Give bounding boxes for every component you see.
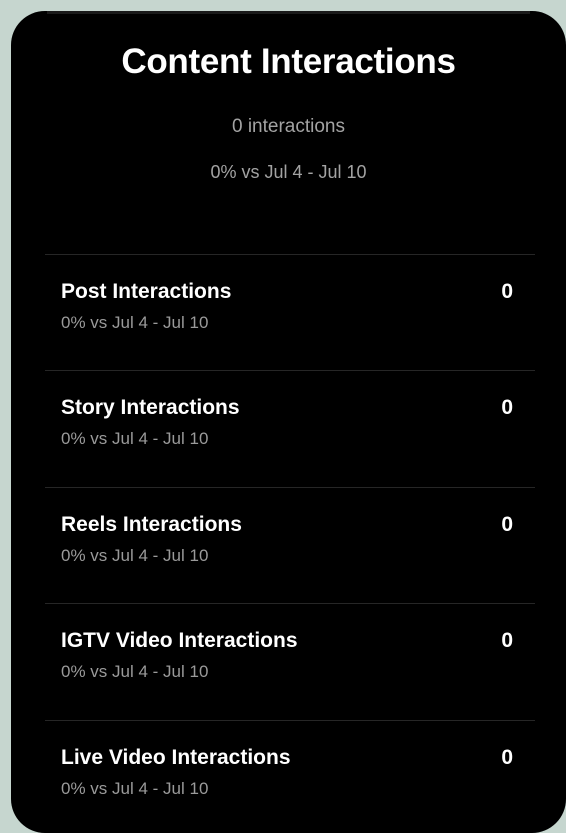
metric-row-reels-interactions[interactable]: Reels Interactions 0% vs Jul 4 - Jul 10 … xyxy=(11,487,566,603)
metric-row-story-interactions[interactable]: Story Interactions 0% vs Jul 4 - Jul 10 … xyxy=(11,370,566,486)
metric-label: Story Interactions xyxy=(61,396,240,419)
metric-comparison: 0% vs Jul 4 - Jul 10 xyxy=(61,662,209,681)
content-interactions-card: Content Interactions 0 interactions 0% v… xyxy=(11,11,566,833)
metric-label: Live Video Interactions xyxy=(61,746,291,769)
metric-value: 0 xyxy=(501,396,513,419)
metric-value: 0 xyxy=(501,513,513,536)
metric-row-live-video-interactions[interactable]: Live Video Interactions 0% vs Jul 4 - Ju… xyxy=(11,720,566,833)
total-interactions: 0 interactions xyxy=(231,116,345,137)
card-header: Content Interactions 0 interactions 0% v… xyxy=(11,11,566,254)
total-comparison: 0% vs Jul 4 - Jul 10 xyxy=(210,162,367,182)
metric-label: IGTV Video Interactions xyxy=(61,629,298,652)
metric-value: 0 xyxy=(501,280,513,303)
metric-label: Post Interactions xyxy=(61,280,232,303)
metric-label: Reels Interactions xyxy=(61,513,242,536)
metric-comparison: 0% vs Jul 4 - Jul 10 xyxy=(61,546,209,565)
metric-value: 0 xyxy=(501,746,513,769)
page-title: Content Interactions xyxy=(121,42,456,81)
metric-comparison: 0% vs Jul 4 - Jul 10 xyxy=(61,429,209,448)
metric-comparison: 0% vs Jul 4 - Jul 10 xyxy=(61,313,209,332)
metric-row-igtv-video-interactions[interactable]: IGTV Video Interactions 0% vs Jul 4 - Ju… xyxy=(11,603,566,719)
metric-comparison: 0% vs Jul 4 - Jul 10 xyxy=(61,779,209,798)
metric-row-post-interactions[interactable]: Post Interactions 0% vs Jul 4 - Jul 10 0 xyxy=(11,254,566,370)
metric-value: 0 xyxy=(501,629,513,652)
